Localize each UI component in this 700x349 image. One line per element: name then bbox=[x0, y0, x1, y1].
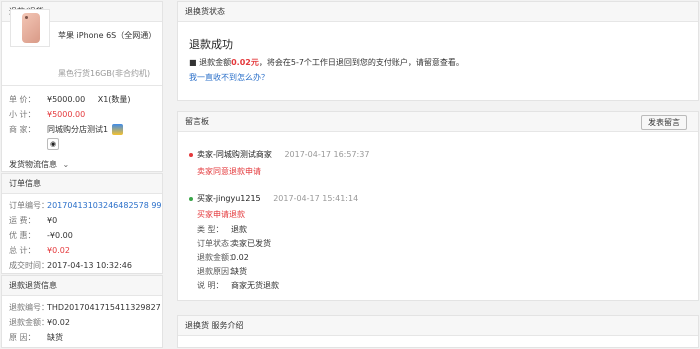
refund-number-row: 退款编号：THD2017041715411329827 bbox=[9, 302, 161, 313]
detail-value: 卖家已发货 bbox=[231, 239, 271, 248]
price-value: ¥5000.00 bbox=[47, 95, 86, 104]
camera-dot bbox=[25, 16, 28, 19]
status-header: 退换货状态 bbox=[178, 2, 698, 22]
order-info-panel: 订单信息 订单编号：20170413103246482578 99 运 费： ¥0… bbox=[1, 173, 163, 274]
message-item: 卖家-同城购测试商家 2017-04-17 16:57:37 bbox=[189, 149, 369, 160]
qq-chat-icon[interactable]: ◉ bbox=[47, 138, 59, 150]
refund-info-panel: 退款退货信息 退款编号：THD2017041715411329827 退款金额：… bbox=[1, 275, 163, 348]
refund-label: 退款编号： bbox=[9, 303, 49, 312]
price-row: 单 价： ¥5000.00 X1(数量) bbox=[9, 94, 131, 105]
subtotal-row: 小 计： ¥5000.00 bbox=[9, 109, 85, 120]
total-row: 总 计： ¥0.02 bbox=[9, 245, 70, 256]
shipping-info-toggle[interactable]: 发货物流信息 ⌄ bbox=[9, 159, 69, 170]
seller-name[interactable]: 同城购分店测试1 bbox=[47, 125, 108, 134]
detail-refund-reason: 退款原因：缺货 bbox=[197, 266, 247, 277]
refund-value: THD2017041715411329827 bbox=[47, 303, 161, 312]
seller-dot-icon bbox=[189, 152, 193, 157]
order-value: 2017-04-13 10:32:46 bbox=[47, 261, 132, 270]
detail-label: 订单状态： bbox=[197, 239, 237, 248]
detail-value: 缺货 bbox=[231, 267, 247, 276]
shipping-fee-row: 运 费： ¥0 bbox=[9, 215, 57, 226]
detail-label: 退款原因： bbox=[197, 267, 237, 276]
refund-status-panel: 退换货状态 退款成功 ■ 退款金额0.02元，将会在5-7个工作日退回到您的支付… bbox=[177, 1, 699, 101]
help-link[interactable]: 我一直收不到怎么办？ bbox=[189, 72, 269, 83]
order-label: 运 费： bbox=[9, 216, 36, 225]
subtotal-label: 小 计： bbox=[9, 110, 36, 119]
product-image[interactable] bbox=[10, 9, 50, 47]
refund-label: 退款金额： bbox=[9, 318, 49, 327]
subtotal-value: ¥5000.00 bbox=[47, 110, 86, 119]
detail-value: 退款 bbox=[231, 225, 247, 234]
order-total: ¥0.02 bbox=[47, 246, 70, 255]
refund-value: ¥0.02 bbox=[47, 318, 70, 327]
detail-value: 0.02 bbox=[231, 253, 249, 262]
bullet-icon: ■ bbox=[189, 58, 200, 67]
order-label: 优 惠： bbox=[9, 231, 36, 240]
refund-label: 原 因： bbox=[9, 333, 36, 342]
message-board-panel: 留言板 发表留言 卖家-同城购测试商家 2017-04-17 16:57:37 … bbox=[177, 111, 699, 301]
shop-badge-icon bbox=[112, 124, 124, 135]
detail-refund-amount: 退款金额：0.02 bbox=[197, 252, 249, 263]
detail-order-status: 订单状态：卖家已发货 bbox=[197, 238, 271, 249]
post-message-button[interactable]: 发表留言 bbox=[641, 115, 687, 130]
refund-amount-row: 退款金额：¥0.02 bbox=[9, 317, 70, 328]
price-qty: X1(数量) bbox=[97, 95, 131, 104]
detail-label: 说 明： bbox=[197, 281, 224, 290]
detail-note: 说 明： 商家无货退款 bbox=[197, 280, 279, 291]
refund-product-panel: 退款/退货 苹果 iPhone 6S（全网通） 黑色行货16GB(非合约机) 单… bbox=[1, 1, 163, 172]
order-label: 成交时间： bbox=[9, 261, 49, 270]
order-value: ¥0 bbox=[47, 216, 58, 225]
seller-row: 商 家： 同城购分店测试1 bbox=[9, 124, 124, 135]
detail-value: 商家无货退款 bbox=[231, 281, 279, 290]
refund-amount: 0.02元 bbox=[231, 58, 259, 67]
message-time: 2017-04-17 15:41:14 bbox=[273, 194, 359, 203]
order-header: 订单信息 bbox=[2, 174, 162, 194]
buyer-dot-icon bbox=[189, 196, 193, 201]
shipping-info-label: 发货物流信息 bbox=[9, 160, 57, 169]
status-msg-suffix: ，将会在5-7个工作日退回到您的支付账户，请留意查看。 bbox=[258, 58, 464, 67]
chevron-down-icon: ⌄ bbox=[62, 160, 70, 169]
order-time-row: 成交时间：2017-04-13 10:32:46 bbox=[9, 260, 132, 271]
board-header: 留言板 bbox=[178, 112, 698, 132]
service-header: 退换货 服务介绍 bbox=[178, 316, 698, 336]
message-body: 买家申请退款 bbox=[197, 210, 245, 219]
product-spec: 黑色行货16GB(非合约机) bbox=[58, 69, 151, 78]
refund-info-header: 退款退货信息 bbox=[2, 276, 162, 296]
message-body: 卖家同意退款申请 bbox=[197, 167, 261, 176]
status-message: ■ 退款金额0.02元，将会在5-7个工作日退回到您的支付账户，请留意查看。 bbox=[189, 57, 464, 68]
order-value: -¥0.00 bbox=[47, 231, 73, 240]
detail-label: 类 型： bbox=[197, 225, 224, 234]
message-author: 卖家-同城购测试商家 bbox=[197, 150, 272, 159]
price-label: 单 价： bbox=[9, 95, 36, 104]
discount-row: 优 惠： -¥0.00 bbox=[9, 230, 73, 241]
order-label: 订单编号： bbox=[9, 201, 49, 210]
product-name[interactable]: 苹果 iPhone 6S（全网通） bbox=[58, 30, 156, 41]
status-title: 退款成功 bbox=[189, 38, 233, 51]
refund-reason-row: 原 因： 缺货 bbox=[9, 332, 63, 343]
detail-label: 退款金额： bbox=[197, 253, 237, 262]
divider bbox=[2, 85, 162, 86]
message-author: 买家-jingyu1215 bbox=[197, 194, 261, 203]
order-label: 总 计： bbox=[9, 246, 36, 255]
refund-value: 缺货 bbox=[47, 333, 63, 342]
message-item: 买家-jingyu1215 2017-04-17 15:41:14 bbox=[189, 193, 358, 204]
order-number-link[interactable]: 20170413103246482578 99 bbox=[47, 201, 162, 210]
service-intro-panel: 退换货 服务介绍 bbox=[177, 315, 699, 348]
detail-type: 类 型： 退款 bbox=[197, 224, 247, 235]
order-number-row: 订单编号：20170413103246482578 99 bbox=[9, 200, 162, 211]
status-msg-prefix: 退款金额 bbox=[199, 58, 232, 67]
message-time: 2017-04-17 16:57:37 bbox=[284, 150, 370, 159]
seller-label: 商 家： bbox=[9, 125, 36, 134]
